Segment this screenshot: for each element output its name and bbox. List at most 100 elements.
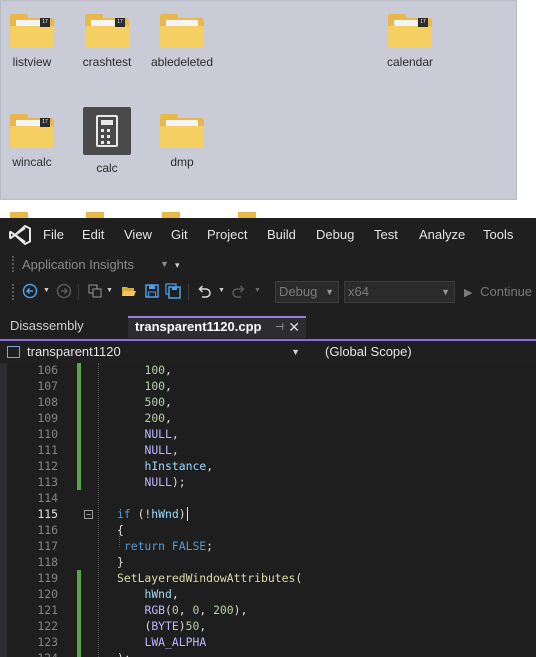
toolbar-overflow-icon[interactable]: ▾ bbox=[175, 260, 180, 271]
code-line[interactable]: 108 500, bbox=[0, 394, 536, 410]
code-text: 500, bbox=[144, 395, 172, 409]
menu-test[interactable]: Test bbox=[374, 227, 398, 242]
change-indicator bbox=[77, 602, 81, 618]
code-text: ); bbox=[117, 650, 131, 657]
code-line[interactable]: 106 100, bbox=[0, 363, 536, 378]
new-project-button[interactable] bbox=[86, 282, 104, 300]
line-number: 107 bbox=[37, 379, 58, 393]
change-indicator bbox=[77, 570, 81, 586]
tab-transparent1120-cpp[interactable]: transparent1120.cpp ⊣ ✕ bbox=[128, 316, 306, 338]
tab-disassembly[interactable]: Disassembly bbox=[0, 316, 128, 338]
line-number: 111 bbox=[37, 443, 58, 457]
folder-icon: 17 bbox=[10, 14, 54, 48]
back-arrow-icon bbox=[22, 283, 38, 299]
menu-project[interactable]: Project bbox=[207, 227, 247, 242]
close-icon[interactable]: ✕ bbox=[288, 318, 300, 336]
toolbar-grip[interactable] bbox=[12, 256, 15, 272]
code-line[interactable]: 117 return FALSE; bbox=[0, 538, 536, 554]
code-line[interactable]: 122 (BYTE)50, bbox=[0, 618, 536, 634]
code-line[interactable]: 119 SetLayeredWindowAttributes( bbox=[0, 570, 536, 586]
menu-git[interactable]: Git bbox=[171, 227, 188, 242]
pin-icon[interactable]: ⊣ bbox=[275, 319, 284, 337]
undo-button[interactable] bbox=[195, 282, 213, 300]
menu-edit[interactable]: Edit bbox=[82, 227, 104, 242]
save-button[interactable] bbox=[143, 282, 161, 300]
project-select[interactable]: transparent1120 ▼ bbox=[6, 343, 304, 361]
code-line[interactable]: 121 RGB(0, 0, 200), bbox=[0, 602, 536, 618]
visual-studio-logo-icon bbox=[9, 225, 31, 245]
desktop-icon-label: abledeleted bbox=[150, 55, 214, 69]
menu-analyze[interactable]: Analyze bbox=[419, 227, 465, 242]
open-file-button[interactable] bbox=[120, 282, 138, 300]
code-line[interactable]: 114 bbox=[0, 490, 536, 506]
toolbar-grip[interactable] bbox=[12, 284, 15, 300]
code-text: NULL, bbox=[144, 427, 179, 441]
scope-select[interactable]: (Global Scope) bbox=[325, 343, 412, 361]
collapse-icon[interactable]: − bbox=[84, 510, 93, 519]
solution-platform-select[interactable]: x64 ▼ bbox=[344, 281, 455, 303]
save-all-icon bbox=[165, 283, 181, 299]
change-indicator bbox=[77, 650, 81, 657]
code-line[interactable]: 118} bbox=[0, 554, 536, 570]
solution-configuration-select[interactable]: Debug ▼ bbox=[275, 281, 339, 303]
code-line[interactable]: 110 NULL, bbox=[0, 426, 536, 442]
code-line[interactable]: 111 NULL, bbox=[0, 442, 536, 458]
redo-button[interactable] bbox=[230, 282, 248, 300]
calculator-icon bbox=[83, 107, 131, 155]
code-text: RGB(0, 0, 200), bbox=[144, 603, 248, 617]
code-text: NULL, bbox=[144, 443, 179, 457]
project-name: transparent1120 bbox=[27, 344, 121, 359]
application-insights-dropdown[interactable]: Application Insights bbox=[22, 257, 134, 272]
solution-configuration-value: Debug bbox=[279, 284, 318, 299]
chevron-down-icon[interactable]: ▼ bbox=[43, 287, 50, 294]
code-line[interactable]: 112 hInstance, bbox=[0, 458, 536, 474]
menu-file[interactable]: File bbox=[43, 227, 64, 242]
menu-bar: File Edit View Git Project Build Debug T… bbox=[0, 218, 536, 252]
code-text: } bbox=[117, 555, 124, 569]
desktop-icon-calc[interactable]: calc bbox=[75, 107, 139, 177]
code-line[interactable]: 123 LWA_ALPHA bbox=[0, 634, 536, 650]
change-indicator bbox=[77, 634, 81, 650]
scope-name: (Global Scope) bbox=[325, 344, 412, 359]
code-line[interactable]: 116{ bbox=[0, 522, 536, 538]
desktop-icon-label: dmp bbox=[170, 155, 194, 169]
code-line[interactable]: 107 100, bbox=[0, 378, 536, 394]
desktop-icon-crashtest[interactable]: 17 crashtest bbox=[75, 2, 139, 72]
menu-tools[interactable]: Tools bbox=[483, 227, 513, 242]
chevron-down-icon[interactable]: ▼ bbox=[106, 287, 113, 294]
desktop-icon-wincalc[interactable]: 17 wincalc bbox=[0, 102, 64, 172]
forward-arrow-icon bbox=[56, 283, 72, 299]
code-line[interactable]: 113 NULL); bbox=[0, 474, 536, 490]
navigate-forward-button[interactable] bbox=[55, 282, 73, 300]
chevron-down-icon[interactable]: ▼ bbox=[218, 287, 225, 294]
chevron-down-icon[interactable]: ▼ bbox=[160, 259, 169, 269]
folder-icon: 17 bbox=[85, 14, 129, 48]
continue-button[interactable]: ▶ Continue bbox=[464, 281, 532, 304]
desktop-icon-abledeleted[interactable]: abledeleted bbox=[150, 2, 214, 72]
chevron-down-icon: ▼ bbox=[325, 287, 334, 297]
code-text: if (!hWnd) bbox=[117, 507, 188, 521]
toolbar-separator bbox=[78, 284, 81, 300]
desktop-icon-label: calc bbox=[96, 161, 118, 175]
code-editor[interactable]: 106 100, 107 100, 108 500, 109 200, 110 NULL, 111 N… bbox=[0, 363, 536, 657]
desktop-icon-dmp[interactable]: dmp bbox=[150, 102, 214, 172]
menu-build[interactable]: Build bbox=[267, 227, 296, 242]
navigation-bar: transparent1120 ▼ (Global Scope) bbox=[0, 339, 536, 363]
change-indicator bbox=[77, 586, 81, 602]
code-line[interactable]: 120 hWnd, bbox=[0, 586, 536, 602]
navigate-back-button[interactable] bbox=[21, 282, 39, 300]
code-text: 100, bbox=[144, 379, 172, 393]
menu-debug[interactable]: Debug bbox=[316, 227, 354, 242]
code-line[interactable]: 115 − if (!hWnd) bbox=[0, 506, 536, 522]
desktop-icon-listview[interactable]: 17 listview bbox=[0, 2, 64, 72]
menu-view[interactable]: View bbox=[124, 227, 152, 242]
line-number: 124 bbox=[22, 650, 58, 657]
save-all-button[interactable] bbox=[164, 282, 182, 300]
code-line[interactable]: 124); bbox=[0, 650, 536, 657]
visual-studio-window: File Edit View Git Project Build Debug T… bbox=[0, 218, 536, 657]
chevron-down-icon[interactable]: ▼ bbox=[254, 287, 261, 294]
desktop-icon-calendar[interactable]: 17 calendar bbox=[378, 2, 442, 72]
code-line[interactable]: 109 200, bbox=[0, 410, 536, 426]
undo-icon bbox=[198, 285, 211, 298]
change-indicator bbox=[77, 618, 81, 634]
